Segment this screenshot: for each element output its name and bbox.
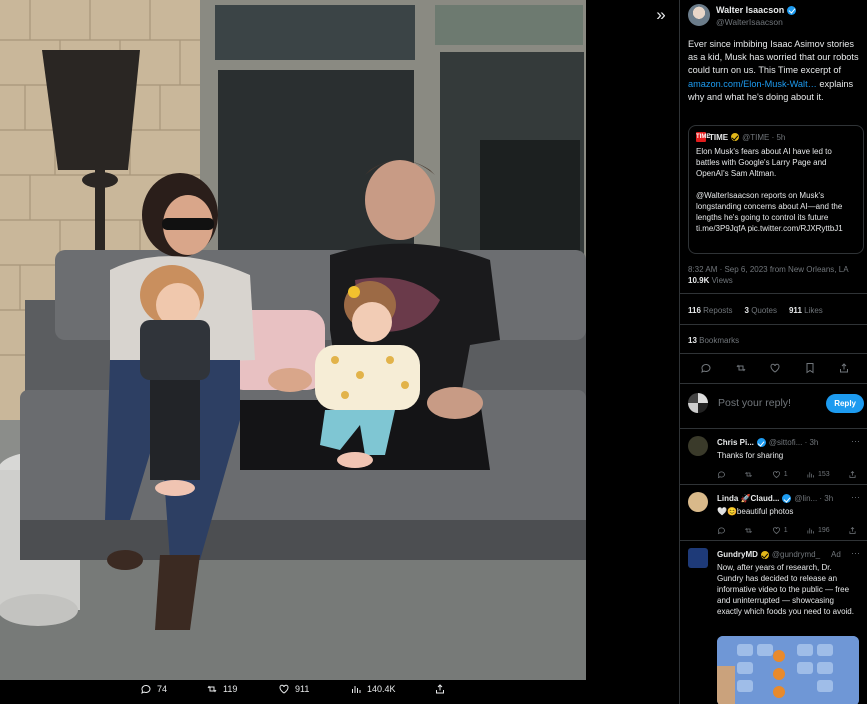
- tweet-photo[interactable]: [0, 0, 586, 680]
- reply-likes: 1: [783, 527, 788, 534]
- quote-paragraph-1: Elon Musk's fears about AI have led to b…: [696, 147, 832, 178]
- like-icon[interactable]: 1: [772, 470, 788, 479]
- like-icon: [279, 684, 289, 694]
- views-action[interactable]: 140.4K: [350, 683, 396, 695]
- reply-text: 🤍😊beautiful photos: [717, 507, 794, 516]
- tweet-text-part-1: Ever since imbibing Isaac Asimov stories…: [688, 39, 859, 76]
- divider: [680, 484, 867, 485]
- repost-icon[interactable]: [744, 470, 753, 479]
- tweet-detail-panel: Walter Isaacson @WalterIsaacson Ever sin…: [679, 0, 867, 704]
- like-action[interactable]: 911: [278, 683, 309, 695]
- tweet-timestamp-line: 8:32 AM · Sep 6, 2023 from New Orleans, …: [688, 264, 864, 286]
- author-handle[interactable]: @WalterIsaacson: [716, 16, 796, 28]
- reply-meta: @sittofi... · 3h: [768, 438, 819, 447]
- reply-action[interactable]: 74: [140, 683, 167, 695]
- media-action-bar: 74 119 911 140.4K: [0, 678, 678, 704]
- reply-icon[interactable]: [717, 526, 726, 535]
- divider: [680, 353, 867, 354]
- author-name[interactable]: Walter Isaacson: [716, 4, 784, 16]
- verified-badge-icon: [756, 438, 766, 447]
- reply-meta: @lin... · 3h: [794, 494, 834, 503]
- ad-image[interactable]: [717, 636, 859, 704]
- divider: [680, 383, 867, 384]
- repost-icon[interactable]: [735, 362, 747, 374]
- tweet-link[interactable]: amazon.com/Elon-Musk-Walt…: [688, 79, 817, 89]
- repost-count: 119: [223, 684, 238, 694]
- reply-avatar[interactable]: [688, 436, 708, 456]
- views-icon[interactable]: 153: [806, 470, 830, 479]
- verified-org-badge-icon: [731, 133, 740, 141]
- expand-panel-icon[interactable]: »: [650, 6, 672, 24]
- verified-org-badge-icon: [760, 550, 769, 559]
- like-icon[interactable]: 1: [772, 526, 788, 535]
- reply-actions: 1 153: [717, 470, 857, 479]
- repost-action[interactable]: 119: [206, 683, 237, 695]
- likes-stat[interactable]: 911 Likes: [789, 306, 823, 315]
- current-user-avatar: [688, 393, 708, 413]
- more-options-icon[interactable]: ···: [851, 492, 860, 502]
- reply-avatar[interactable]: [688, 492, 708, 512]
- quote-author-name: TIME: [709, 132, 729, 142]
- reply-count: 74: [157, 684, 168, 694]
- reply-views: 153: [817, 471, 830, 478]
- views-icon: [352, 686, 361, 693]
- verified-badge-icon: [787, 5, 797, 15]
- engagement-stats: 116 Reposts 3 Quotes 911 Likes: [688, 306, 823, 315]
- share-icon[interactable]: [848, 470, 857, 479]
- views-count: 140.4K: [367, 684, 396, 694]
- advertiser-name[interactable]: GundryMD: [717, 550, 758, 559]
- views-label: Views: [711, 276, 733, 285]
- share-icon: [436, 684, 444, 694]
- advertiser-handle: @gundrymd_: [771, 550, 821, 559]
- quote-paragraph-2: @WalterIsaacson reports on Musk's longst…: [696, 191, 843, 233]
- ad-label: Ad: [831, 550, 841, 559]
- reply-icon[interactable]: [700, 362, 712, 374]
- reply-text: Thanks for sharing: [717, 451, 784, 460]
- divider: [680, 540, 867, 541]
- reply-author-name[interactable]: Linda 🚀Claud...: [717, 494, 779, 503]
- share-icon[interactable]: [838, 362, 850, 374]
- quote-meta: @TIME · 5h: [742, 132, 786, 142]
- tweet-text: Ever since imbibing Isaac Asimov stories…: [688, 38, 864, 104]
- reposts-stat[interactable]: 116 Reposts: [688, 306, 733, 315]
- bookmark-icon[interactable]: [804, 362, 816, 374]
- tweet-timestamp[interactable]: 8:32 AM · Sep 6, 2023 from New Orleans, …: [688, 265, 848, 274]
- like-count: 911: [295, 684, 310, 694]
- media-viewer: » 74 119 911 140.4K: [0, 0, 678, 704]
- share-action[interactable]: [434, 683, 446, 695]
- share-icon[interactable]: [848, 526, 857, 535]
- repost-icon: [207, 685, 217, 693]
- more-options-icon[interactable]: ···: [851, 548, 860, 558]
- more-options-icon[interactable]: ···: [851, 436, 860, 446]
- views-count-detail: 10.9K: [688, 276, 710, 285]
- verified-badge-icon: [782, 494, 792, 503]
- like-icon[interactable]: [769, 362, 781, 374]
- tweet-actions-row: [700, 362, 850, 374]
- divider: [680, 293, 867, 294]
- reply-author-name[interactable]: Chris Pi...: [717, 438, 754, 447]
- repost-icon[interactable]: [744, 526, 753, 535]
- ad-text: Now, after years of research, Dr. Gundry…: [717, 563, 854, 616]
- quoted-tweet[interactable]: TIME TIME @TIME · 5h Elon Musk's fears a…: [688, 125, 864, 254]
- reply-input[interactable]: Post your reply!: [718, 397, 812, 409]
- reply-composer: Post your reply! Reply: [688, 393, 864, 413]
- advertiser-logo[interactable]: [688, 548, 708, 568]
- reply-icon: [141, 684, 151, 694]
- views-icon[interactable]: 196: [806, 526, 830, 535]
- bookmarks-stat[interactable]: 13 Bookmarks: [688, 336, 739, 345]
- quotes-stat[interactable]: 3 Quotes: [745, 306, 777, 315]
- time-logo-icon: TIME: [696, 132, 711, 142]
- reply-actions: 1 196: [717, 526, 857, 535]
- author-avatar[interactable]: [688, 4, 710, 26]
- divider: [680, 428, 867, 429]
- divider: [680, 324, 867, 325]
- reply-button[interactable]: Reply: [826, 393, 864, 413]
- reply-views: 196: [817, 527, 830, 534]
- reply-icon[interactable]: [717, 470, 726, 479]
- reply-likes: 1: [783, 471, 788, 478]
- tweet-author[interactable]: Walter Isaacson @WalterIsaacson: [688, 4, 797, 28]
